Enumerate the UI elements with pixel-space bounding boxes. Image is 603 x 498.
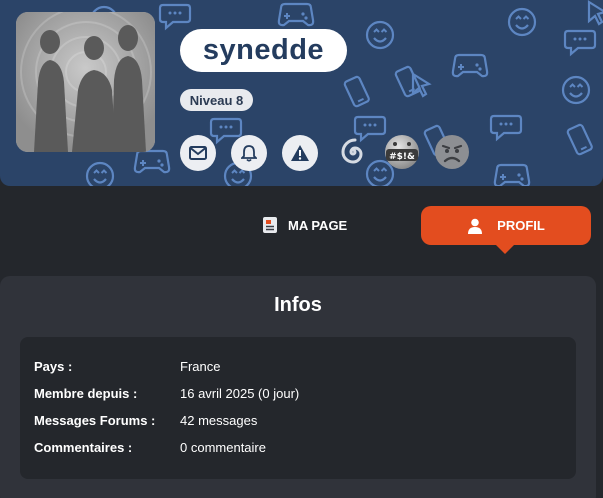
info-value: 16 avril 2025 (0 jour) <box>180 386 300 401</box>
swearing-text: #$!& <box>389 152 415 162</box>
message-button[interactable] <box>180 135 216 171</box>
info-label: Commentaires : <box>34 440 133 455</box>
user-icon <box>468 218 483 234</box>
avatar-silhouette-image <box>16 12 155 152</box>
page-icon <box>263 217 277 233</box>
info-value: 42 messages <box>180 413 258 428</box>
swearing-face-badge: #$!& <box>384 134 420 170</box>
info-value: 0 commentaire <box>180 440 266 455</box>
level-text: Niveau 8 <box>189 92 244 108</box>
tab-ma-page-label: MA PAGE <box>288 217 348 233</box>
infos-card: Infos Pays : France Membre depuis : 16 a… <box>0 276 596 498</box>
info-label: Messages Forums : <box>34 413 156 428</box>
envelope-icon <box>189 146 207 160</box>
level-badge: Niveau 8 <box>180 89 253 111</box>
swearing-face-badge-icon: #$!& <box>385 135 419 169</box>
info-label: Membre depuis : <box>34 386 138 401</box>
infos-list: Pays : France Membre depuis : 16 avril 2… <box>20 337 576 479</box>
tab-profil[interactable]: PROFIL <box>421 206 591 245</box>
tab-profil-label: PROFIL <box>497 218 545 233</box>
active-tab-caret <box>496 245 514 254</box>
tab-ma-page[interactable]: MA PAGE <box>262 206 372 244</box>
profile-banner: synedde Niveau 8 #$!& <box>0 0 603 186</box>
warning-icon <box>291 145 309 161</box>
avatar <box>16 12 155 152</box>
spiral-badge-icon <box>341 138 363 164</box>
username-pill: synedde <box>180 29 347 72</box>
username: synedde <box>202 34 325 66</box>
profile-page: synedde Niveau 8 #$!& MA PAGE PROFIL Inf… <box>0 0 603 498</box>
notifications-button[interactable] <box>231 135 267 171</box>
sad-face-badge-icon <box>435 135 469 169</box>
info-value: France <box>180 359 221 374</box>
infos-title: Infos <box>274 294 322 316</box>
bell-icon <box>241 145 257 162</box>
info-label: Pays : <box>34 359 73 374</box>
report-button[interactable] <box>282 135 318 171</box>
